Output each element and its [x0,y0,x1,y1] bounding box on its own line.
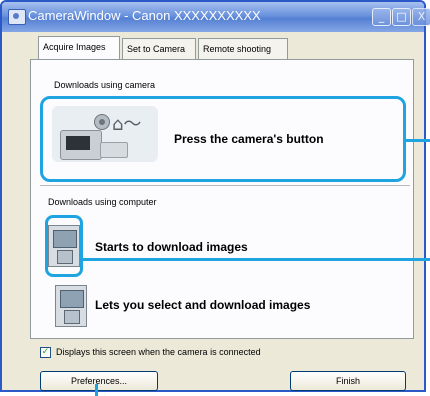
tab-acquire-images[interactable]: Acquire Images [38,36,120,59]
show-on-connect-label: Displays this screen when the camera is … [56,347,261,357]
window-title: CameraWindow - Canon XXXXXXXXXX [28,8,261,23]
show-on-connect-checkbox[interactable]: ✓ [40,347,51,358]
tab-set-to-camera[interactable]: Set to Camera [122,38,196,59]
preferences-button[interactable]: Preferences... [40,371,158,391]
camerawindow-app-icon [8,9,26,25]
highlight-camera-download [40,96,406,182]
select-download-icon[interactable] [55,285,87,327]
close-button[interactable]: X [412,8,430,26]
callout-line-download [83,258,430,261]
maximize-button[interactable]: □ [392,8,411,26]
section-label-camera: Downloads using camera [54,80,156,90]
download-images-label[interactable]: Starts to download images [95,240,248,254]
callout-line-preferences [95,384,98,396]
section-divider [40,185,410,186]
tab-remote-shooting[interactable]: Remote shooting [198,38,288,59]
title-bar: CameraWindow - Canon XXXXXXXXXX _ □ X [2,2,430,32]
minimize-button[interactable]: _ [372,8,391,26]
select-download-label[interactable]: Lets you select and download images [95,298,310,312]
callout-line-camera [406,139,430,142]
highlight-download-icon [45,215,83,277]
finish-button[interactable]: Finish [290,371,406,391]
section-label-computer: Downloads using computer [48,197,157,207]
